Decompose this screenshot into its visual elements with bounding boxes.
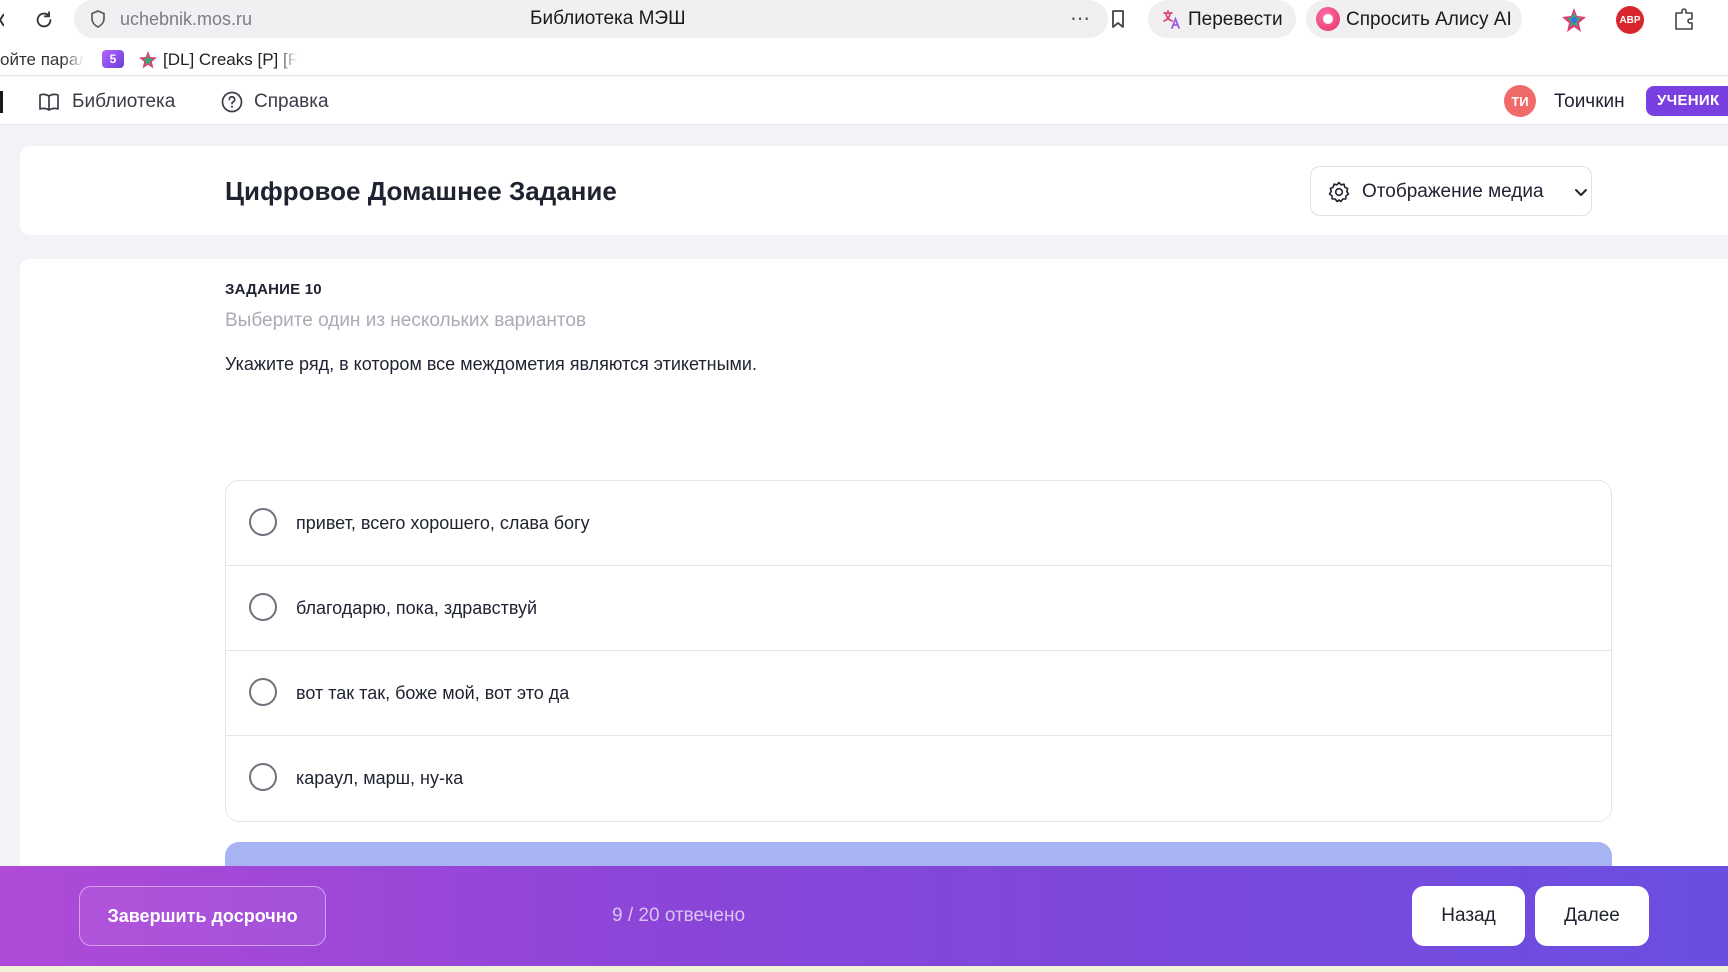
ask-alice-button[interactable]: Спросить Алису AI — [1306, 0, 1522, 38]
nav-library[interactable]: Библиотека — [38, 89, 175, 115]
window-bottom-strip — [0, 966, 1728, 972]
nav-help-label: Справка — [254, 91, 329, 112]
avatar[interactable]: ТИ — [1504, 85, 1536, 117]
role-badge: УЧЕНИК — [1646, 86, 1728, 116]
translate-label: Перевести — [1188, 9, 1283, 30]
next-button[interactable]: Далее — [1535, 886, 1649, 946]
user-name[interactable]: Тоичкин — [1554, 91, 1625, 113]
shield-icon — [91, 10, 105, 28]
translate-button[interactable]: Перевести — [1148, 0, 1296, 38]
app-header: Библиотека Справка ТИ Тоичкин УЧЕНИК — [0, 77, 1728, 125]
answer-option-label: караул, марш, ну-ка — [296, 768, 464, 788]
answer-option[interactable]: привет, всего хорошего, слава богу — [226, 481, 1611, 566]
finish-early-button[interactable]: Завершить досрочно — [79, 886, 326, 946]
answer-option[interactable]: вот так так, боже мой, вот это да — [226, 651, 1611, 736]
title-card: Цифровое Домашнее Задание Отображение ме… — [20, 146, 1728, 235]
translate-icon — [1163, 10, 1180, 29]
answer-option[interactable]: благодарю, пока, здравствуй — [226, 566, 1611, 651]
back-button[interactable]: Назад — [1412, 886, 1525, 946]
task-number: ЗАДАНИЕ 10 — [225, 281, 322, 298]
answer-option-label: благодарю, пока, здравствуй — [296, 598, 538, 618]
chevron-down-icon — [1575, 189, 1587, 196]
radio-button[interactable] — [249, 763, 277, 791]
task-card: ЗАДАНИЕ 10 Выберите один из нескольких в… — [20, 259, 1728, 902]
nav-help[interactable]: Справка — [220, 89, 329, 115]
more-icon[interactable]: ⋯ — [1070, 6, 1091, 31]
bookmark-star-icon — [139, 51, 157, 69]
bottom-nav-bar: Завершить досрочно 9 / 20 отвечено Назад… — [0, 866, 1728, 966]
task-question: Укажите ряд, в котором все междометия яв… — [225, 354, 757, 374]
radio-button[interactable] — [249, 508, 277, 536]
bookmark-item[interactable]: ойте парал — [0, 50, 84, 70]
gear-icon — [1328, 181, 1350, 203]
page-title-text: Библиотека МЭШ — [530, 8, 686, 29]
radio-button[interactable] — [249, 678, 277, 706]
reload-icon — [36, 11, 52, 28]
book-icon — [39, 93, 59, 111]
page-heading: Цифровое Домашнее Задание — [225, 176, 617, 206]
bookmark-dl-creaks[interactable]: [DL] Creaks [P] [R — [163, 50, 297, 70]
task-hint: Выберите один из нескольких вариантов — [225, 310, 587, 331]
alice-icon — [1316, 7, 1340, 31]
help-icon — [221, 91, 243, 113]
media-display-dropdown[interactable]: Отображение медиа — [1310, 166, 1592, 216]
extensions-icon[interactable] — [1670, 6, 1698, 34]
back-arrow-icon[interactable] — [0, 10, 4, 30]
progress-counter: 9 / 20 отвечено — [612, 905, 746, 926]
answer-option-label: вот так так, боже мой, вот это да — [296, 683, 570, 703]
answer-option-label: привет, всего хорошего, слава богу — [296, 513, 590, 533]
header-edge-divider — [0, 91, 3, 113]
nav-library-label: Библиотека — [72, 91, 176, 112]
address-bar[interactable]: uchebnik.mos.ru Библиотека МЭШ ⋯ — [74, 0, 1124, 38]
bookmarks-bar: ойте парал 5 [DL] Creaks [P] [R — [0, 40, 1728, 76]
ask-alice-label: Спросить Алису AI — [1346, 9, 1512, 30]
bookmark-icon[interactable] — [1108, 8, 1128, 30]
url-text[interactable]: uchebnik.mos.ru — [120, 9, 252, 30]
bookmark-five-icon[interactable]: 5 — [102, 50, 124, 68]
browser-toolbar: uchebnik.mos.ru Библиотека МЭШ ⋯ Перевес… — [0, 0, 1728, 40]
answer-options: привет, всего хорошего, слава богу благо… — [225, 480, 1612, 822]
media-display-label: Отображение медиа — [1362, 181, 1544, 202]
reload-button[interactable] — [28, 4, 60, 36]
star-extension-icon[interactable] — [1560, 6, 1588, 34]
adblock-icon[interactable]: ABP — [1616, 6, 1644, 34]
answer-option[interactable]: караул, марш, ну-ка — [226, 736, 1611, 821]
radio-button[interactable] — [249, 593, 277, 621]
